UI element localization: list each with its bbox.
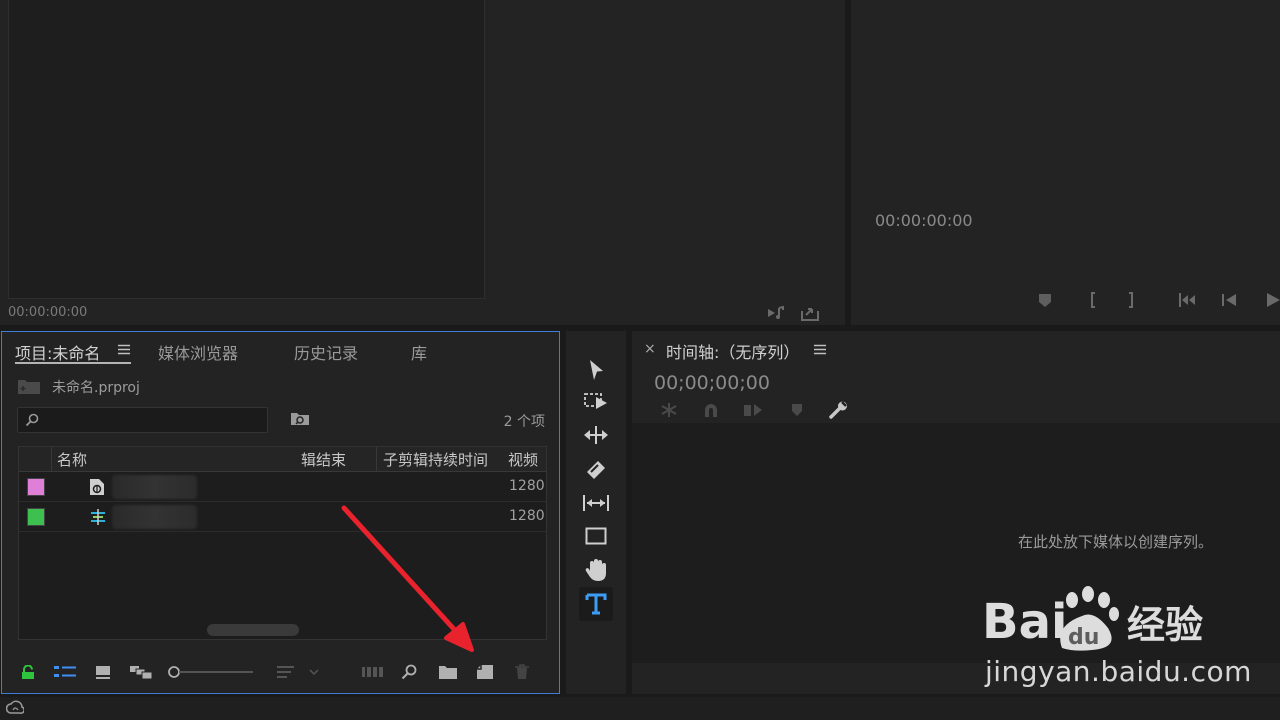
label-color-swatch[interactable] [27, 508, 45, 526]
baidu-logo-text-jingyan: 经验 [1127, 603, 1203, 647]
tab-project[interactable]: 项目:未命名 [15, 340, 100, 364]
mark-in-icon[interactable] [1087, 292, 1097, 308]
project-folder-icon [17, 377, 41, 395]
zoom-slider[interactable] [167, 665, 255, 679]
search-input[interactable] [17, 407, 268, 433]
status-bar [0, 697, 1280, 720]
ripple-edit-tool-icon[interactable] [581, 420, 611, 450]
column-header-end[interactable]: 辑结束 [301, 449, 346, 470]
sort-icon[interactable] [277, 665, 325, 679]
creative-cloud-icon[interactable] [6, 700, 24, 716]
play-icon[interactable] [1265, 292, 1280, 308]
slip-tool-icon[interactable] [581, 488, 611, 518]
timeline-timecode[interactable]: 00;00;00;00 [654, 372, 770, 394]
active-tab-underline [15, 362, 131, 364]
find-icon[interactable] [290, 410, 310, 426]
panel-menu-icon[interactable] [814, 344, 826, 355]
annotation-arrow [341, 505, 474, 652]
item-count: 2 个项 [503, 414, 545, 430]
column-header-name[interactable]: 名称 [57, 449, 87, 470]
item-name-blurred [112, 475, 197, 499]
panel-menu-icon[interactable] [118, 344, 130, 355]
adjustment-layer-icon [89, 478, 105, 496]
hand-tool-icon[interactable] [581, 555, 611, 585]
table-row[interactable]: 1280 [19, 472, 546, 502]
rectangle-tool-icon[interactable] [581, 521, 611, 551]
tools-panel [566, 331, 626, 694]
list-header: 名称 辑结束 子剪辑持续时间 视频 [19, 447, 546, 472]
track-select-tool-icon[interactable] [581, 386, 611, 416]
program-timecode[interactable]: 00:00:00:00 [875, 211, 973, 230]
insert-audio-icon[interactable] [766, 305, 786, 321]
video-width-cell: 1280 [509, 508, 545, 524]
item-name-blurred [112, 505, 197, 529]
tab-media-browser[interactable]: 媒体浏览器 [158, 340, 238, 364]
video-width-cell: 1280 [509, 478, 545, 494]
automate-to-sequence-icon[interactable] [362, 665, 384, 679]
project-file-name: 未命名.prproj [52, 380, 140, 396]
wrench-icon[interactable] [829, 401, 849, 419]
source-video-area [8, 0, 485, 299]
razor-tool-icon[interactable] [581, 454, 611, 484]
icon-view-icon[interactable] [95, 665, 111, 679]
find-icon[interactable] [401, 664, 417, 680]
linked-selection-icon[interactable] [743, 402, 763, 418]
mark-out-icon[interactable] [1127, 292, 1137, 308]
baidu-logo-text-bai: Bai [982, 594, 1067, 650]
horizontal-scrollbar[interactable] [207, 624, 299, 636]
baidu-logo-text-du: du [1068, 625, 1099, 650]
program-monitor-panel: 00:00:00:00 [851, 0, 1280, 325]
step-back-icon[interactable] [1220, 292, 1238, 308]
watermark-url: jingyan.baidu.com [985, 655, 1252, 688]
new-bin-icon[interactable] [438, 664, 458, 680]
freeform-view-icon[interactable] [129, 665, 153, 679]
tab-history[interactable]: 历史记录 [294, 340, 358, 364]
column-header-subclip-duration[interactable]: 子剪辑持续时间 [383, 449, 488, 470]
add-marker-icon[interactable] [1038, 292, 1052, 308]
sequence-icon [89, 508, 107, 526]
selection-tool-icon[interactable] [581, 355, 611, 385]
source-timecode[interactable]: 00:00:00:00 [8, 305, 87, 320]
export-frame-icon[interactable] [800, 304, 820, 322]
type-tool-icon[interactable] [581, 589, 611, 619]
source-monitor-panel: 00:00:00:00 [0, 0, 845, 325]
lock-icon[interactable] [21, 665, 35, 680]
search-icon [25, 413, 39, 427]
trash-icon[interactable] [514, 664, 530, 680]
new-item-icon[interactable] [476, 664, 494, 680]
go-to-in-icon[interactable] [1178, 292, 1198, 308]
column-header-video[interactable]: 视频 [508, 449, 546, 470]
snap-icon[interactable] [703, 402, 719, 418]
close-icon[interactable]: × [644, 341, 656, 357]
baidu-jingyan-watermark: Bai du 经验 [982, 586, 1203, 651]
insert-sequence-nest-icon[interactable] [660, 402, 678, 418]
add-marker-icon[interactable] [791, 403, 803, 417]
list-view-icon[interactable] [54, 665, 76, 679]
tab-libraries[interactable]: 库 [411, 340, 427, 364]
label-color-swatch[interactable] [27, 478, 45, 496]
timeline-title[interactable]: 时间轴:（无序列） [666, 339, 799, 363]
drop-hint-text: 在此处放下媒体以创建序列。 [1018, 533, 1214, 551]
